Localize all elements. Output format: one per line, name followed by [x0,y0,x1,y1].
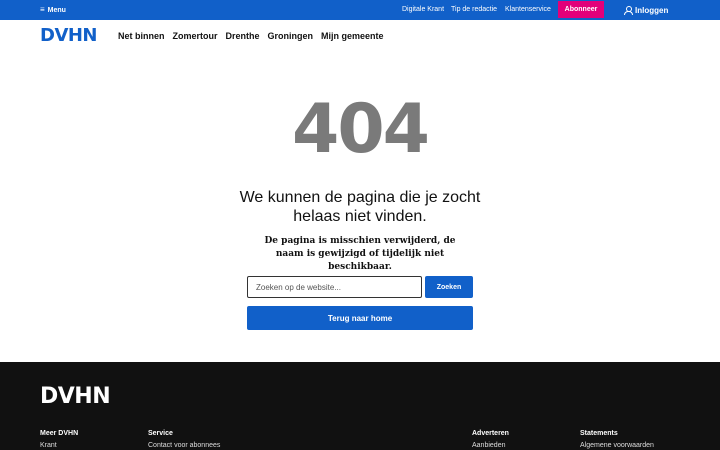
footer-heading: Statements [580,430,618,437]
search-button[interactable]: Zoeken [425,276,473,298]
error-title: We kunnen de pagina die je zocht helaas … [239,189,481,225]
footer-column-adverteren: Adverteren Aanbieden [472,430,509,449]
footer-heading: Meer DVHN [40,430,79,437]
error-code: 404 [292,90,430,169]
login-label: Inloggen [635,5,669,15]
hamburger-icon: ≡ [40,5,45,14]
footer-link-contact[interactable]: Contact voor abonnees [148,442,220,449]
site-logo[interactable]: DVHN [40,25,98,46]
digitale-krant-link[interactable]: Digitale Krant [402,6,444,13]
footer-logo[interactable]: DVHN [40,384,111,409]
login-button[interactable]: Inloggen [624,0,668,20]
footer-column-statements: Statements Algemene voorwaarden [580,430,654,449]
top-bar: ≡ Menu Digitale Krant Tip de redactie Kl… [0,0,720,20]
menu-label: Menu [47,6,66,14]
footer-column-service: Service Contact voor abonnees [148,430,220,449]
tip-de-redactie-link[interactable]: Tip de redactie [451,6,497,13]
nav-item-zomertour[interactable]: Zomertour [173,31,218,41]
nav-item-mijn-gemeente[interactable]: Mijn gemeente [321,31,384,41]
error-subtitle: De pagina is misschien verwijderd, de na… [264,236,456,272]
menu-button[interactable]: ≡ Menu [40,0,66,20]
klantenservice-link[interactable]: Klantenservice [505,6,551,13]
site-header: DVHN Net binnen Zomertour Drenthe Gronin… [0,20,720,52]
search-input[interactable] [247,276,422,298]
footer-heading: Service [148,430,173,437]
main-nav: Net binnen Zomertour Drenthe Groningen M… [118,20,384,52]
footer-link-voorwaarden[interactable]: Algemene voorwaarden [580,442,654,449]
subscribe-button[interactable]: Abonneer [558,1,604,18]
nav-item-net-binnen[interactable]: Net binnen [118,31,165,41]
nav-item-groningen[interactable]: Groningen [268,31,314,41]
footer-link-aanbieden[interactable]: Aanbieden [472,442,509,449]
footer-heading: Adverteren [472,430,509,437]
user-icon [624,6,633,15]
nav-item-drenthe[interactable]: Drenthe [226,31,260,41]
footer-column-meer-dvhn: Meer DVHN Krant [40,430,78,449]
home-button[interactable]: Terug naar home [247,306,473,330]
site-footer: DVHN Meer DVHN Krant Service Contact voo… [0,362,720,450]
footer-link-krant[interactable]: Krant [40,442,78,449]
